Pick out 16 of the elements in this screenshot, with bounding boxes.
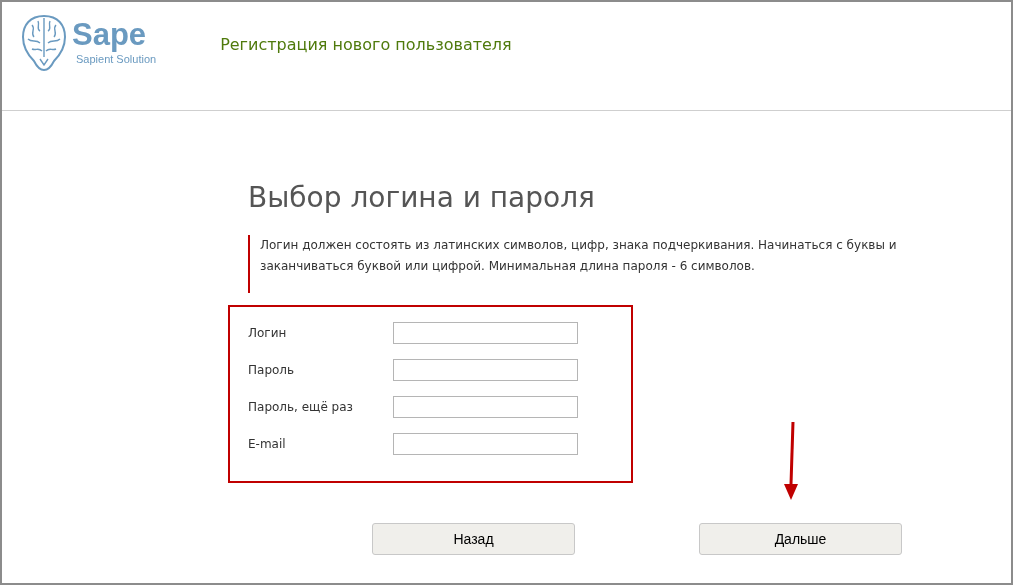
input-field[interactable]: [393, 322, 578, 344]
input-field[interactable]: [393, 396, 578, 418]
hint-text: Логин должен состоять из латинских символов, цифр, знака подчеркивания. Начинаться с буквы и заканчиваться буквой или цифрой. Минимальная длина пароля - 6 символов.: [248, 235, 928, 293]
field-label: Пароль, ещё раз: [248, 399, 354, 416]
field-label: Пароль: [248, 362, 296, 379]
input-field[interactable]: [393, 359, 578, 381]
logo-text: Sape: [72, 18, 148, 51]
section-heading: Выбор логина и пароля: [248, 181, 596, 215]
nav-button[interactable]: Назад: [372, 523, 575, 555]
logo-tagline: Sapient Solution: [76, 52, 157, 67]
nav-button[interactable]: Дальше: [699, 523, 902, 555]
field-label: E-mail: [248, 436, 287, 453]
field-label: Логин: [248, 325, 288, 342]
input-field[interactable]: [393, 433, 578, 455]
page-title: Регистрация нового пользователя: [220, 34, 512, 56]
brain-icon: [20, 13, 68, 73]
